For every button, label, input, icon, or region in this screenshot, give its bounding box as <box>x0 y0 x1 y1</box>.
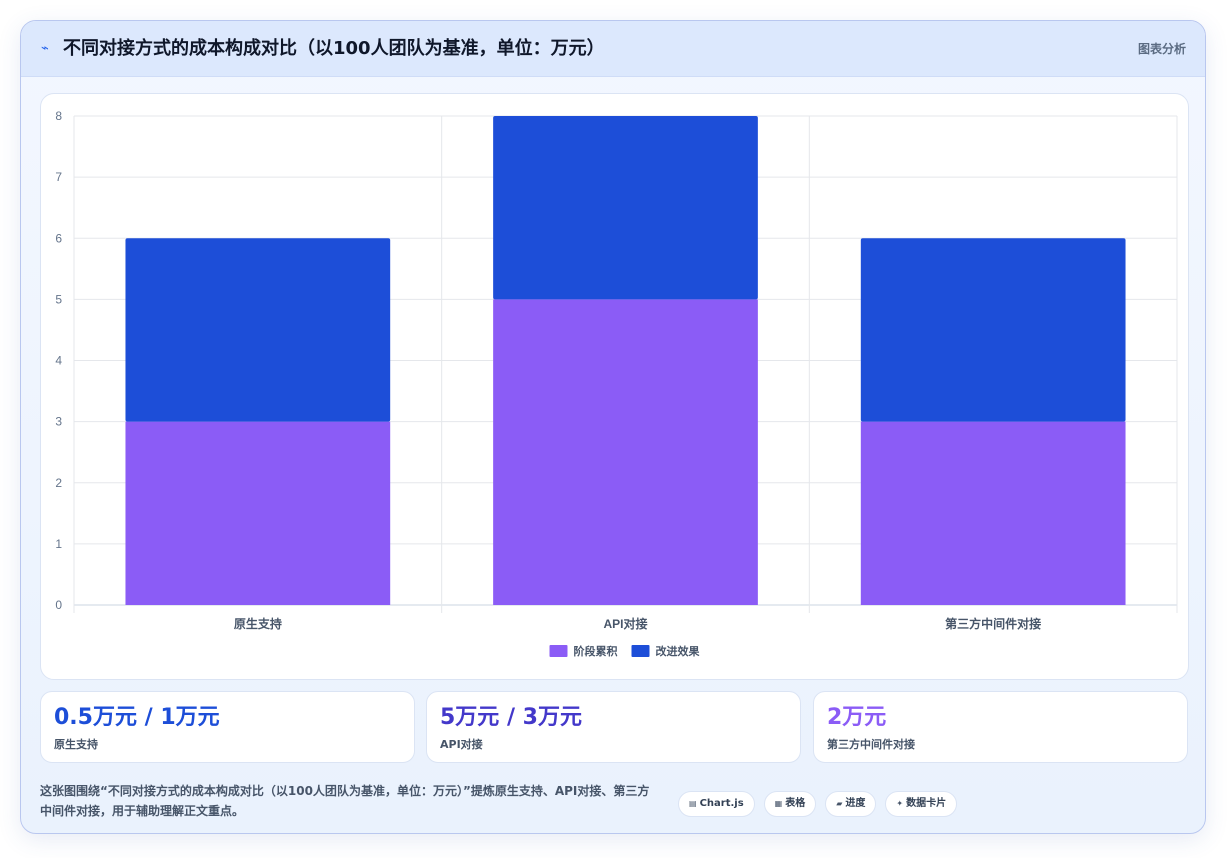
y-tick-label: 4 <box>55 354 62 368</box>
stat-label: API对接 <box>440 738 483 751</box>
y-tick-label: 1 <box>55 537 62 551</box>
chip-progress[interactable]: ▰ 进度 <box>825 791 877 817</box>
chip-label: 进度 <box>845 798 866 809</box>
y-tick-label: 0 <box>55 598 62 612</box>
stat-card-api: 5万元 / 3万元 API对接 <box>426 691 801 763</box>
y-tick-label: 5 <box>55 292 62 306</box>
bar-segment <box>860 238 1126 422</box>
chart-js-icon: ▤ <box>689 799 697 808</box>
x-tick-label: 第三方中间件对接 <box>945 616 1041 631</box>
chart-analysis-tag: 图表分析 <box>1137 42 1186 56</box>
chip-table[interactable]: ▦ 表格 <box>763 791 817 817</box>
y-tick-label: 7 <box>55 170 62 184</box>
legend-label: 阶段累积 <box>574 644 618 658</box>
y-tick-label: 8 <box>55 109 62 123</box>
bar-segment <box>125 238 391 422</box>
stat-card-native: 0.5万元 / 1万元 原生支持 <box>40 691 415 763</box>
legend-swatch <box>631 645 650 657</box>
data-card-icon: ✦ <box>896 799 904 808</box>
y-tick-label: 3 <box>55 415 62 429</box>
stacked-bar-chart: 0 1 2 3 4 5 6 7 8 原生支持 API对接 第三方中间件对接阶段累积 改进效果 <box>55 109 1178 658</box>
stat-value: 0.5万元 / 1万元 <box>54 705 220 730</box>
stat-label: 第三方中间件对接 <box>827 738 915 751</box>
chart-card: ⌁ 不同对接方式的成本构成对比（以100人团队为基准，单位：万元） 图表分析 0… <box>20 20 1206 834</box>
stat-value: 2万元 <box>827 705 887 730</box>
chip-chart-js[interactable]: ▤ Chart.js <box>678 791 755 817</box>
chart-icon: ⌁ <box>41 41 49 56</box>
page-title: 不同对接方式的成本构成对比（以100人团队为基准，单位：万元） <box>63 38 605 59</box>
y-tick-label: 2 <box>55 476 62 490</box>
stat-value: 5万元 / 3万元 <box>440 705 582 730</box>
stat-card-middleware: 2万元 第三方中间件对接 <box>813 691 1188 763</box>
bar-segment <box>493 116 758 300</box>
bar-segment <box>493 299 758 605</box>
chart-panel: 0 1 2 3 4 5 6 7 8 原生支持 API对接 第三方中间件对接阶段累积 改进效果 <box>40 93 1189 680</box>
bar-segment <box>860 421 1126 605</box>
x-tick-label: 原生支持 <box>234 616 282 631</box>
bar-segment <box>125 421 391 605</box>
stat-label: 原生支持 <box>54 738 98 751</box>
y-tick-label: 6 <box>55 231 62 245</box>
chart-description: 这张图围绕“不同对接方式的成本构成对比（以100人团队为基准，单位：万元）”提炼… <box>40 784 650 818</box>
progress-icon: ▰ <box>836 799 843 808</box>
chip-label: Chart.js <box>699 798 744 809</box>
chip-data-card[interactable]: ✦ 数据卡片 <box>885 791 958 817</box>
tech-chips: ▤ Chart.js ▦ 表格 ▰ 进度 ✦ 数据卡片 <box>678 791 958 817</box>
x-tick-label: API对接 <box>603 616 647 631</box>
legend-swatch <box>549 645 568 657</box>
table-icon: ▦ <box>774 799 783 808</box>
legend-label: 改进效果 <box>656 644 700 658</box>
card-header: ⌁ 不同对接方式的成本构成对比（以100人团队为基准，单位：万元） 图表分析 <box>21 21 1205 77</box>
chip-label: 表格 <box>785 798 806 809</box>
chip-label: 数据卡片 <box>906 798 947 809</box>
